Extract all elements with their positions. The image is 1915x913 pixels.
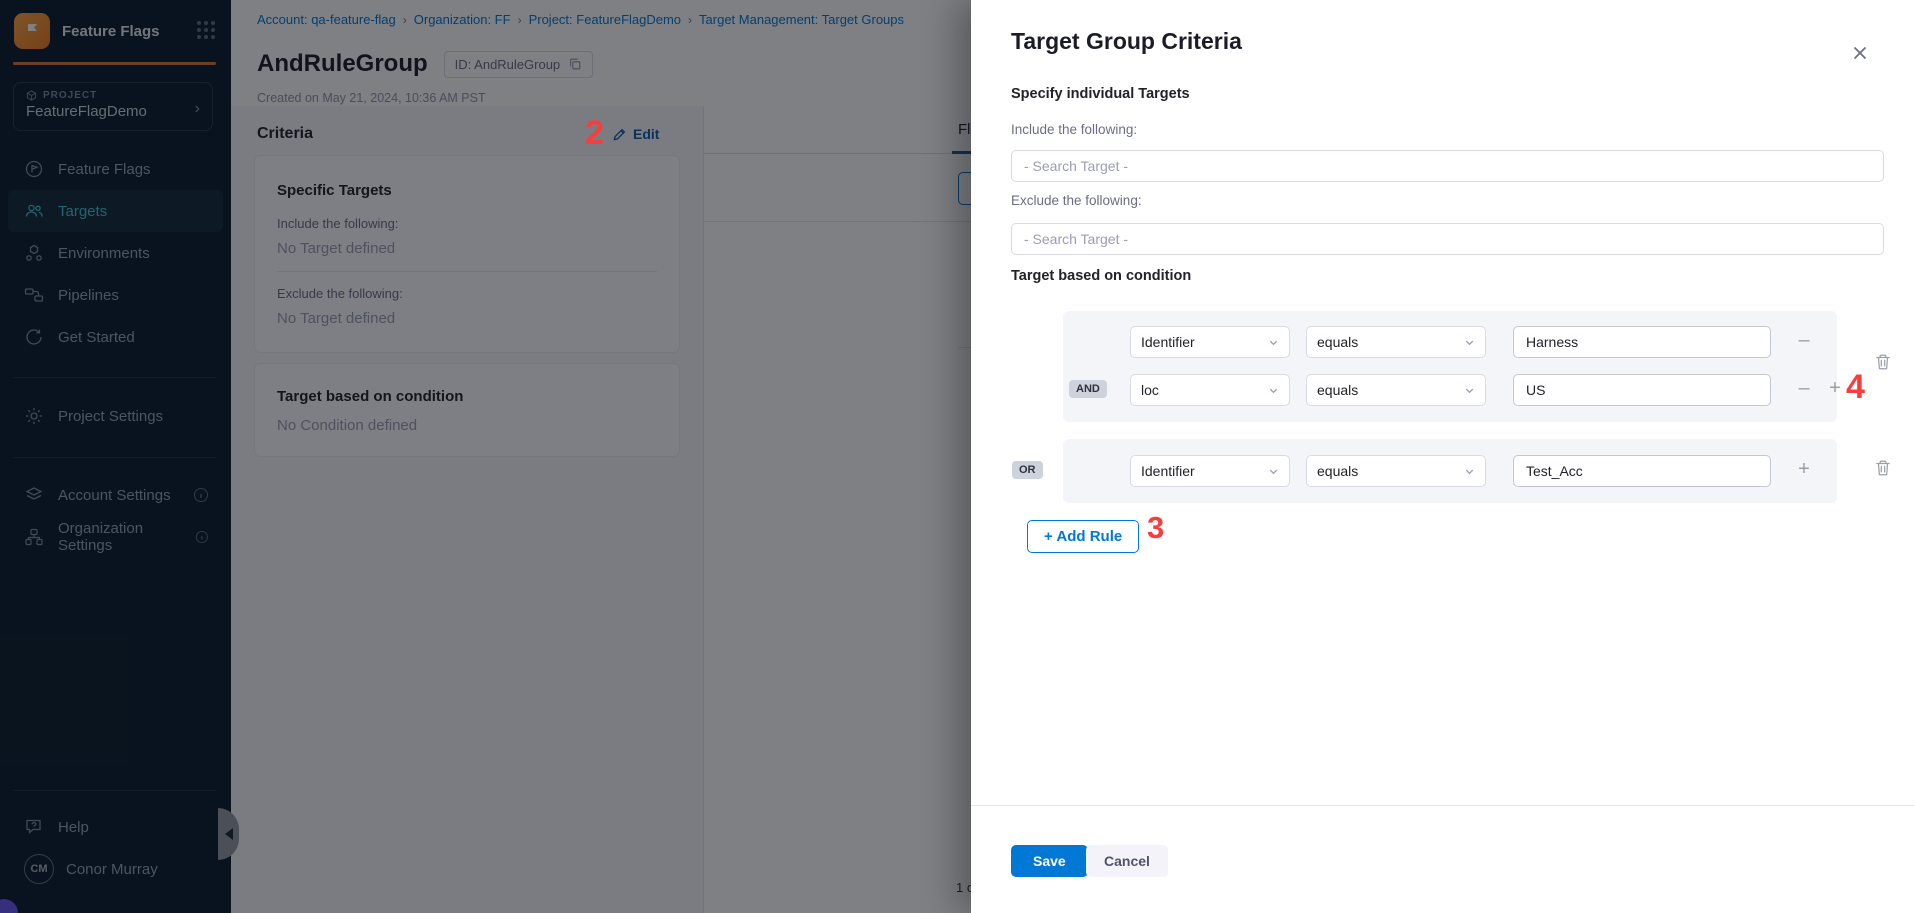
operator-select[interactable]: equals bbox=[1306, 326, 1486, 358]
and-badge: AND bbox=[1069, 380, 1107, 398]
or-badge: OR bbox=[1012, 461, 1043, 479]
chevron-down-icon bbox=[1464, 466, 1475, 477]
drawer-title: Target Group Criteria bbox=[1011, 28, 1242, 55]
rule-value-input[interactable] bbox=[1513, 374, 1771, 406]
include-target-search-input[interactable] bbox=[1011, 150, 1884, 182]
annotation-3: 3 bbox=[1147, 510, 1164, 546]
add-rule-button[interactable]: + Add Rule bbox=[1027, 520, 1139, 553]
operator-select[interactable]: equals bbox=[1306, 374, 1486, 406]
chevron-down-icon bbox=[1464, 385, 1475, 396]
chevron-down-icon bbox=[1268, 337, 1279, 348]
operator-select[interactable]: equals bbox=[1306, 455, 1486, 487]
condition-heading: Target based on condition bbox=[1011, 268, 1191, 284]
annotation-4: 4 bbox=[1846, 368, 1865, 407]
rule-value-input[interactable] bbox=[1513, 455, 1771, 487]
operator-value: equals bbox=[1317, 382, 1358, 398]
add-clause-button[interactable]: + bbox=[1793, 459, 1815, 481]
target-group-criteria-drawer: Target Group Criteria Specify individual… bbox=[971, 0, 1915, 913]
exclude-target-search-input[interactable] bbox=[1011, 223, 1884, 255]
annotation-2: 2 bbox=[585, 114, 604, 153]
chevron-down-icon bbox=[1464, 337, 1475, 348]
operator-value: equals bbox=[1317, 463, 1358, 479]
exclude-label: Exclude the following: bbox=[1011, 193, 1142, 208]
trash-icon[interactable] bbox=[1874, 352, 1892, 372]
chevron-down-icon bbox=[1268, 385, 1279, 396]
chevron-down-icon bbox=[1268, 466, 1279, 477]
attribute-select[interactable]: loc bbox=[1130, 374, 1290, 406]
save-button[interactable]: Save bbox=[1011, 845, 1088, 877]
operator-value: equals bbox=[1317, 334, 1358, 350]
include-label: Include the following: bbox=[1011, 122, 1137, 137]
rule-value-input[interactable] bbox=[1513, 326, 1771, 358]
attribute-select[interactable]: Identifier bbox=[1130, 455, 1290, 487]
attribute-select[interactable]: Identifier bbox=[1130, 326, 1290, 358]
close-icon[interactable] bbox=[1849, 42, 1871, 64]
footer-divider bbox=[971, 805, 1915, 806]
remove-clause-button[interactable]: – bbox=[1793, 378, 1815, 400]
add-clause-button[interactable]: + bbox=[1824, 378, 1846, 400]
trash-icon[interactable] bbox=[1874, 458, 1892, 478]
attribute-value: Identifier bbox=[1141, 334, 1195, 350]
cancel-button[interactable]: Cancel bbox=[1086, 845, 1168, 877]
attribute-value: loc bbox=[1141, 382, 1159, 398]
specify-targets-heading: Specify individual Targets bbox=[1011, 86, 1190, 102]
remove-clause-button[interactable]: – bbox=[1793, 330, 1815, 352]
screen: Feature Flags PROJECT FeatureFlagDemo › … bbox=[0, 0, 1915, 913]
attribute-value: Identifier bbox=[1141, 463, 1195, 479]
